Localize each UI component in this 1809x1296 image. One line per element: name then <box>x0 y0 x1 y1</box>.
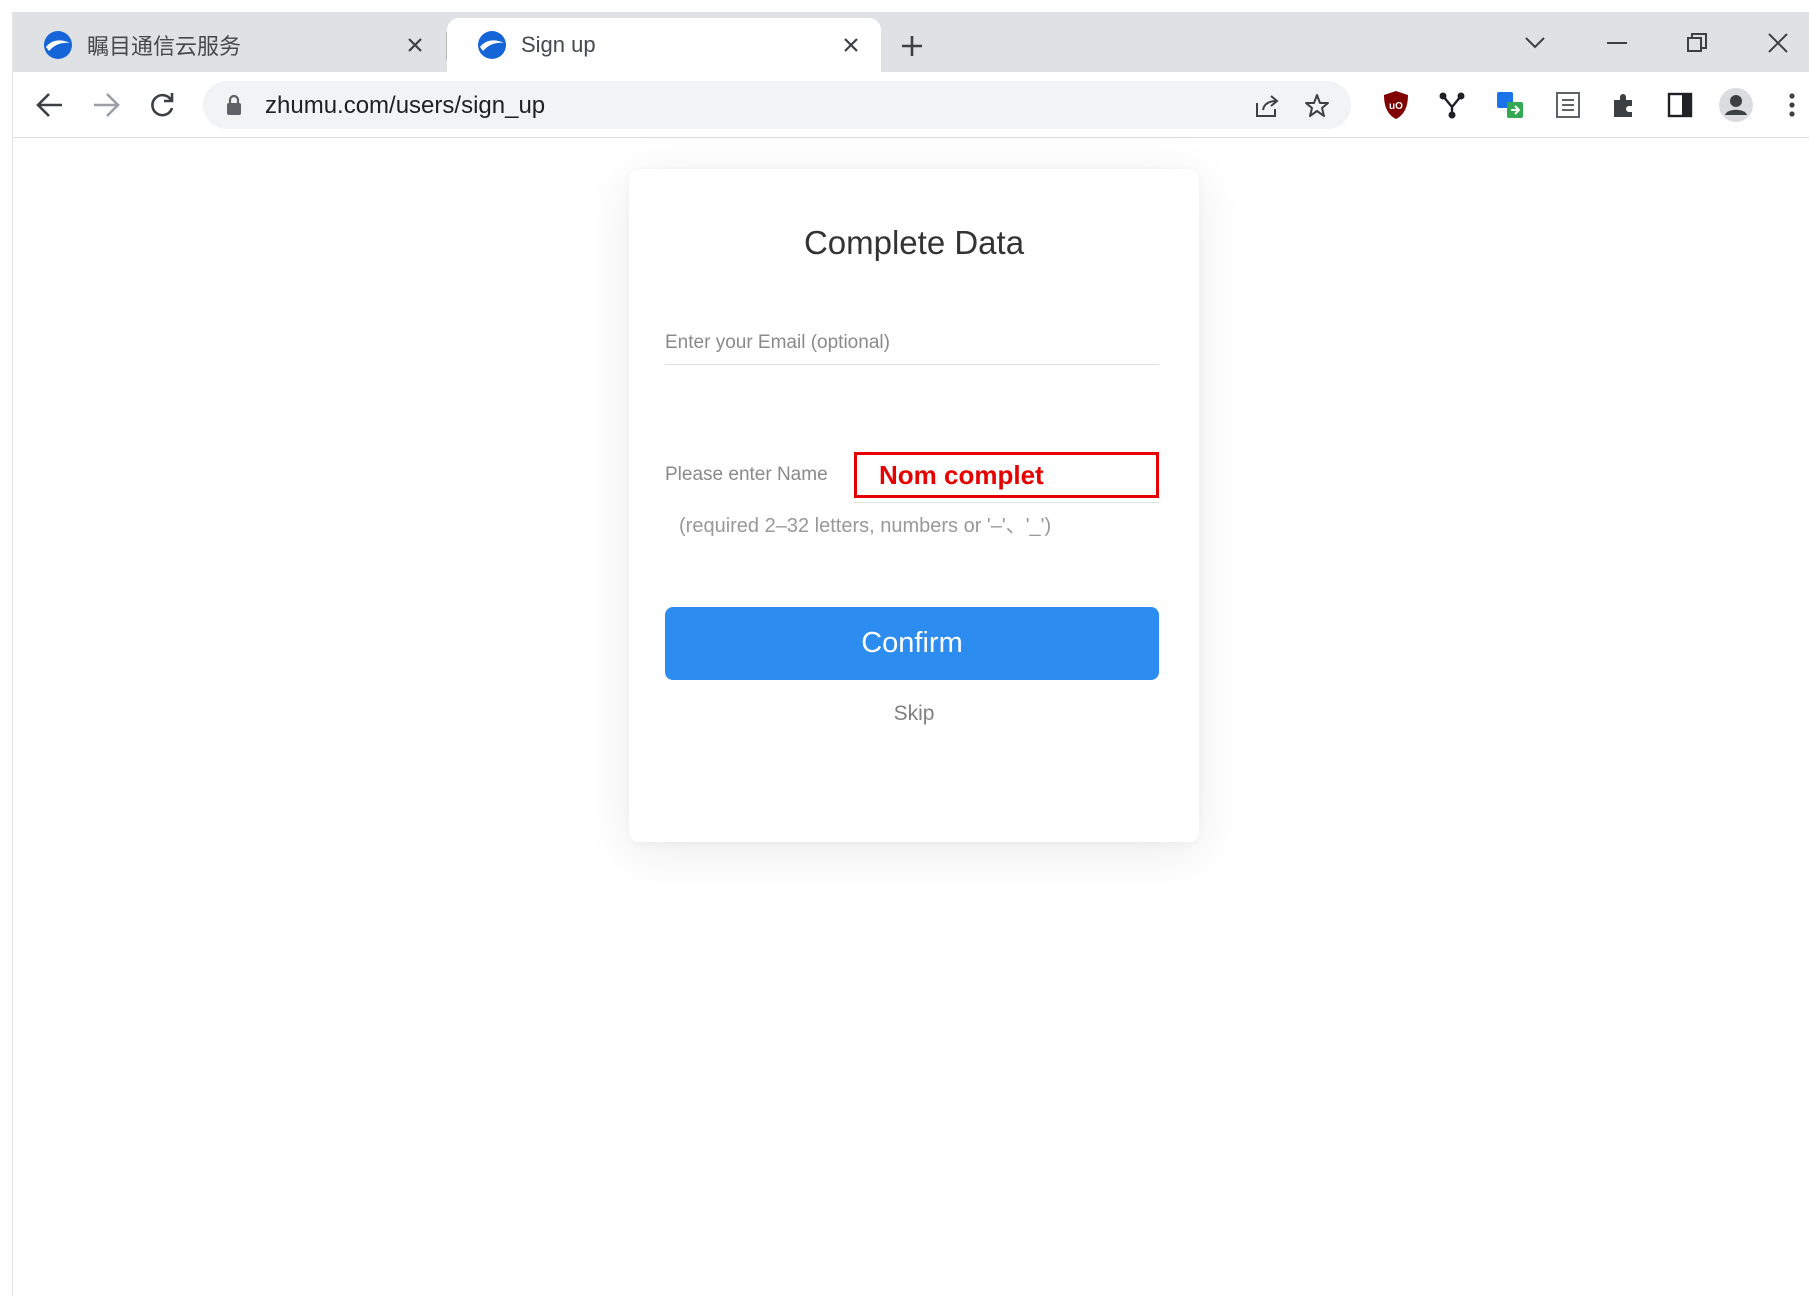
page-title: Complete Data <box>803 224 1025 261</box>
star-icon <box>1305 94 1329 117</box>
tab-search-button[interactable] <box>1515 26 1555 60</box>
close-icon <box>1768 33 1788 53</box>
arrow-right-icon <box>94 93 120 117</box>
share-button[interactable] <box>1254 93 1280 119</box>
tab-title: Sign up <box>521 32 596 57</box>
restore-icon <box>1687 33 1707 52</box>
arrow-left-icon <box>36 93 62 117</box>
merge-extension-button[interactable] <box>1433 86 1471 124</box>
document-icon <box>1556 92 1580 118</box>
close-window-button[interactable] <box>1758 26 1798 60</box>
branch-icon <box>1439 92 1465 119</box>
extensions-button[interactable] <box>1605 86 1643 124</box>
name-field-underline <box>854 502 1159 503</box>
confirm-button[interactable]: Confirm <box>665 607 1159 680</box>
name-label: Please enter Name <box>665 464 828 485</box>
tab-zhumu-cloud[interactable]: 瞩目通信云服务 <box>13 18 445 72</box>
tab-sign-up[interactable]: Sign up <box>447 18 881 72</box>
page-content: Complete Data Please enter Name (require… <box>13 139 1809 1296</box>
skip-link[interactable]: Skip <box>629 702 1199 726</box>
bookmark-button[interactable] <box>1304 93 1330 119</box>
translate-icon <box>1497 92 1523 118</box>
ublock-extension-button[interactable]: uO <box>1377 86 1415 124</box>
puzzle-icon <box>1614 94 1632 117</box>
svg-text:uO: uO <box>1389 101 1403 112</box>
tab-strip: 瞩目通信云服务 Sign up <box>13 12 1809 72</box>
complete-data-card: Complete Data Please enter Name (require… <box>629 169 1199 842</box>
url-text: zhumu.com/users/sign_up <box>265 92 546 119</box>
restore-button[interactable] <box>1677 26 1717 60</box>
ublock-shield-icon: uO <box>1384 91 1408 119</box>
close-icon[interactable] <box>837 31 865 59</box>
share-icon <box>1256 95 1279 117</box>
reload-button[interactable] <box>143 86 181 124</box>
minimize-icon <box>1607 42 1627 44</box>
avatar-icon <box>1719 88 1753 122</box>
reader-extension-button[interactable] <box>1549 86 1587 124</box>
translate-extension-button[interactable] <box>1491 86 1529 124</box>
back-button[interactable] <box>31 86 69 124</box>
zhumu-logo-icon <box>478 31 506 59</box>
address-bar[interactable]: zhumu.com/users/sign_up <box>203 81 1351 129</box>
chevron-down-icon <box>1525 37 1545 49</box>
browser-window: 瞩目通信云服务 Sign up zhumu.com/users/sign_up … <box>12 12 1809 1296</box>
plus-icon <box>902 36 922 56</box>
side-panel-button[interactable] <box>1661 86 1699 124</box>
profile-button[interactable] <box>1717 86 1755 124</box>
lock-icon <box>227 94 241 115</box>
zhumu-logo-icon <box>44 31 72 59</box>
name-field[interactable] <box>854 452 1159 498</box>
reload-icon <box>151 93 174 117</box>
name-hint: (required 2–32 letters, numbers or '–'、'… <box>679 515 1052 537</box>
more-vertical-icon <box>1789 93 1795 117</box>
menu-button[interactable] <box>1773 86 1809 124</box>
email-field[interactable] <box>665 321 1159 365</box>
close-icon[interactable] <box>401 31 429 59</box>
tab-title: 瞩目通信云服务 <box>87 34 242 59</box>
new-tab-button[interactable] <box>895 29 929 63</box>
browser-toolbar: zhumu.com/users/sign_up uO <box>13 72 1809 138</box>
forward-button[interactable] <box>87 86 125 124</box>
minimize-button[interactable] <box>1597 26 1637 60</box>
side-panel-icon <box>1667 92 1693 118</box>
